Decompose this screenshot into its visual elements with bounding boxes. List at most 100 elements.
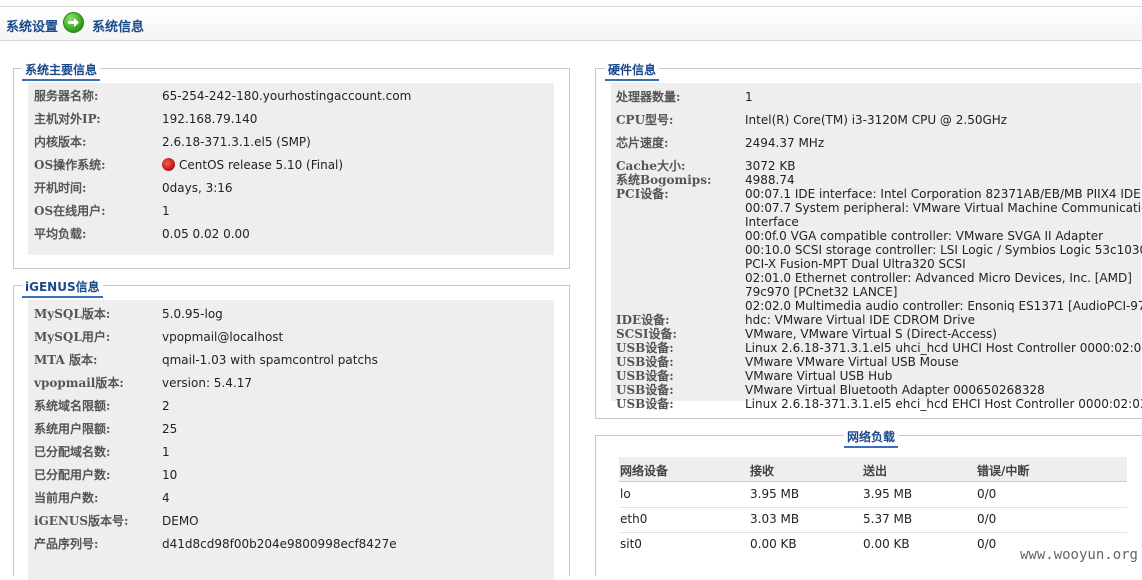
device-cell: lo <box>620 487 631 501</box>
scsi-label: SCSI设备: <box>616 327 677 341</box>
row-label: 系统域名限额: <box>34 399 111 413</box>
info-row: MySQL用户: vpopmail@localhost <box>28 328 554 346</box>
sent-cell: 0.00 KB <box>863 537 910 551</box>
info-row: 当前用户数: 4 <box>28 489 554 507</box>
cpu-model-value: Intel(R) Core(TM) i3-3120M CPU @ 2.50GHz <box>745 113 1008 127</box>
row-label: MySQL用户: <box>34 330 111 344</box>
row-label: 已分配域名数: <box>34 445 111 459</box>
row-value: CentOS release 5.10 (Final) <box>162 156 343 174</box>
cache-label: Cache大小: <box>616 159 686 173</box>
pci-label: PCI设备: <box>616 187 669 201</box>
row-label: MySQL版本: <box>34 307 111 321</box>
os-name: CentOS release 5.10 (Final) <box>179 158 344 172</box>
speed-label: 芯片速度: <box>616 136 669 150</box>
usb-label: USB设备: <box>616 397 674 411</box>
received-cell: 3.03 MB <box>750 512 800 526</box>
pci-line: Interface <box>745 215 799 229</box>
usb-label: USB设备: <box>616 355 674 369</box>
row-value: 65-254-242-180.yourhostingaccount.com <box>162 89 412 103</box>
row-value: 25 <box>162 422 178 436</box>
info-row: 平均负载: 0.05 0.02 0.00 <box>28 225 554 243</box>
info-row: 主机对外IP: 192.168.79.140 <box>28 110 554 128</box>
col-header-errors: 错误/中断 <box>977 464 1030 478</box>
cpu-model-label: CPU型号: <box>616 113 674 127</box>
hardware-legend: 硬件信息 <box>605 61 660 81</box>
row-label: 开机时间: <box>34 181 87 195</box>
info-row: MTA 版本: qmail-1.03 with spamcontrol patch… <box>28 351 554 369</box>
device-cell: eth0 <box>620 512 648 526</box>
row-label: 系统用户限额: <box>34 422 111 436</box>
network-header-row: 网络设备 接收 送出 错误/中断 <box>619 457 1127 482</box>
row-label: 平均负载: <box>34 227 87 241</box>
usb-label: USB设备: <box>616 369 674 383</box>
row-value: 192.168.79.140 <box>162 112 258 126</box>
row-value: 2.6.18-371.3.1.el5 (SMP) <box>162 135 311 149</box>
pci-line: 00:07.1 IDE interface: Intel Corporation… <box>745 187 1141 201</box>
row-value: 1 <box>162 445 170 459</box>
main-info-panel: 服务器名称: 65-254-242-180.yourhostingaccount.… <box>28 83 554 255</box>
table-row: lo 3.95 MB 3.95 MB 0/0 <box>619 482 1127 508</box>
network-legend: 网络负载 <box>844 428 899 448</box>
breadcrumb-current: 系统信息 <box>92 20 145 35</box>
row-value: DEMO <box>162 514 199 528</box>
info-row: OS操作系统: CentOS release 5.10 (Final) <box>28 156 554 174</box>
info-row: 内核版本: 2.6.18-371.3.1.el5 (SMP) <box>28 133 554 151</box>
row-label: 服务器名称: <box>34 89 99 103</box>
row-label: OS在线用户: <box>34 204 106 218</box>
received-cell: 3.95 MB <box>750 487 800 501</box>
row-label: 产品序列号: <box>34 537 99 551</box>
usb-value: VMware Virtual Bluetooth Adapter 0006502… <box>745 383 1045 397</box>
row-value: vpopmail@localhost <box>162 330 284 344</box>
usb-value: Linux 2.6.18-371.3.1.el5 uhci_hcd UHCI H… <box>745 341 1142 355</box>
info-row: 系统域名限额: 2 <box>28 397 554 415</box>
row-label: vpopmail版本: <box>34 376 124 390</box>
row-value: 0days, 3:16 <box>162 181 233 195</box>
row-value: qmail-1.03 with spamcontrol patchs <box>162 353 378 367</box>
igenus-info-legend: iGENUS信息 <box>22 278 103 298</box>
bogomips-label: 系统Bogomips: <box>616 173 712 187</box>
cpu-count-value: 1 <box>745 90 753 104</box>
row-label: 主机对外IP: <box>34 112 101 126</box>
ide-label: IDE设备: <box>616 313 670 327</box>
device-cell: sit0 <box>620 537 642 551</box>
redhat-logo-icon <box>162 158 175 171</box>
hardware-section: 硬件信息 处理器数量: 1 CPU型号: Intel(R) Core(TM) i… <box>595 61 1142 419</box>
pci-line: 79c970 [PCnet32 LANCE] <box>745 285 898 299</box>
row-value: 4 <box>162 491 170 505</box>
info-row: 产品序列号: d41d8cd98f00b204e9800998ecf8427e <box>28 535 554 553</box>
info-row: iGENUS版本号: DEMO <box>28 512 554 530</box>
row-value: version: 5.4.17 <box>162 376 252 390</box>
pci-line: 00:0f.0 VGA compatible controller: VMwar… <box>745 229 1104 243</box>
bogomips-value: 4988.74 <box>745 173 795 187</box>
row-label: 内核版本: <box>34 135 87 149</box>
row-label: OS操作系统: <box>34 158 106 172</box>
speed-value: 2494.37 MHz <box>745 136 825 150</box>
usb-label: USB设备: <box>616 341 674 355</box>
info-row: vpopmail版本: version: 5.4.17 <box>28 374 554 392</box>
errors-cell: 0/0 <box>977 537 997 551</box>
row-value: 5.0.95-log <box>162 307 223 321</box>
cpu-count-label: 处理器数量: <box>616 90 681 104</box>
info-row: MySQL版本: 5.0.95-log <box>28 305 554 323</box>
igenus-info-panel: MySQL版本: 5.0.95-log MySQL用户: vpopmail@loca… <box>28 300 554 580</box>
usb-value: VMware VMware Virtual USB Mouse <box>745 355 959 369</box>
row-label: 已分配用户数: <box>34 468 111 482</box>
sent-cell: 5.37 MB <box>863 512 913 526</box>
breadcrumb-parent-link[interactable]: 系统设置 <box>6 16 58 35</box>
row-value: 1 <box>162 204 170 218</box>
breadcrumb: 系统设置 系统信息 <box>0 6 1142 41</box>
info-row: 已分配用户数: 10 <box>28 466 554 484</box>
arrow-right-icon <box>63 12 84 33</box>
col-header-sent: 送出 <box>863 464 888 478</box>
pci-line: 02:02.0 Multimedia audio controller: Ens… <box>745 299 1142 313</box>
main-info-section: 系统主要信息 服务器名称: 65-254-242-180.yourhostinga… <box>13 61 570 269</box>
info-row: 系统用户限额: 25 <box>28 420 554 438</box>
pci-line: 02:01.0 Ethernet controller: Advanced Mi… <box>745 271 1132 285</box>
usb-label: USB设备: <box>616 383 674 397</box>
received-cell: 0.00 KB <box>750 537 797 551</box>
sent-cell: 3.95 MB <box>863 487 913 501</box>
pci-line: 00:10.0 SCSI storage controller: LSI Log… <box>745 243 1142 257</box>
col-header-received: 接收 <box>750 464 775 478</box>
info-row: 服务器名称: 65-254-242-180.yourhostingaccount.… <box>28 87 554 105</box>
row-label: iGENUS版本号: <box>34 514 129 528</box>
